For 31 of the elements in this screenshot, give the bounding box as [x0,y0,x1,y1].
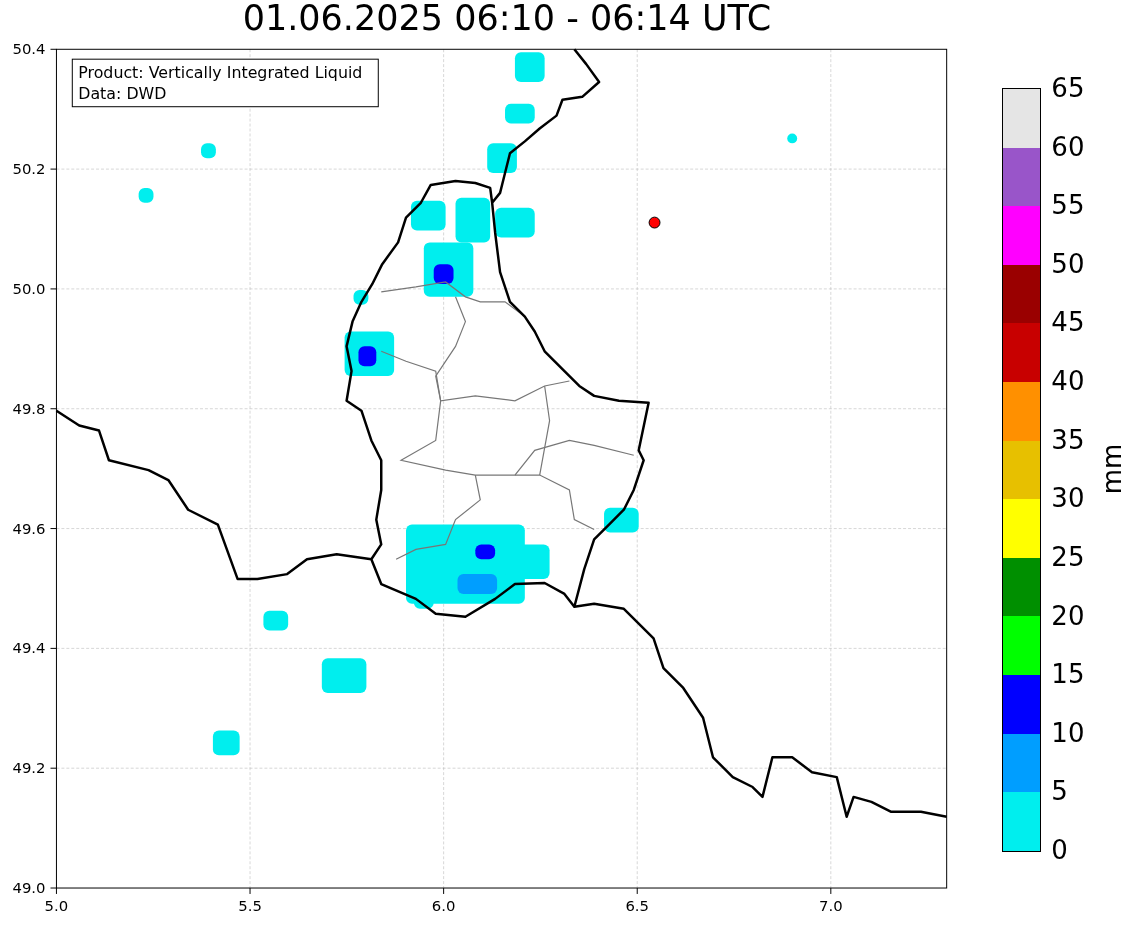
colorbar-tick-label: 55 [1051,192,1085,219]
colorbar-tick-label: 20 [1051,602,1085,629]
axis-tick-label: 49.6 [12,519,46,538]
legend-text: Product: Vertically Integrated Liquid [78,63,363,82]
colorbar-tick-label: 45 [1051,309,1085,336]
colorbar-tick-label: 10 [1051,719,1085,746]
colorbar-tick-label: 30 [1051,485,1085,512]
axis-tick-label: 5.0 [44,896,69,915]
axis-tick-label: 7.0 [819,896,843,915]
colorbar-tick-label: 5 [1051,778,1068,805]
axis-tick-label: 50.4 [12,40,46,59]
colorbar-tick-label: 65 [1051,75,1085,101]
colorbar-tick-label: 0 [1051,837,1068,863]
axis-tick-label: 49.0 [12,878,46,897]
axis-tick-label: 49.8 [12,399,46,418]
axis-tick-label: 6.5 [625,896,650,915]
legend-text: Data: DWD [78,83,167,103]
chart-title: 01.06.2025 06:10 - 06:14 UTC [242,0,772,38]
axis-tick-label: 5.5 [238,896,262,915]
axis-tick-label: 49.2 [12,759,46,778]
colorbar-tick-label: 60 [1051,133,1085,160]
axis-tick-label: 50.2 [12,160,46,179]
axis-tick-label: 50.0 [12,279,46,298]
colorbar-tick-label: 35 [1051,426,1085,453]
colorbar-tick-label: 15 [1051,661,1085,688]
colorbar-tick-label: 40 [1051,368,1085,395]
colorbar-tick-label: 25 [1051,543,1085,570]
colorbar-tick-label: 50 [1051,250,1085,277]
axis-tick-label: 6.0 [431,896,456,915]
colorbar-label: mm [1097,443,1128,495]
axis-tick-label: 49.4 [12,639,46,658]
